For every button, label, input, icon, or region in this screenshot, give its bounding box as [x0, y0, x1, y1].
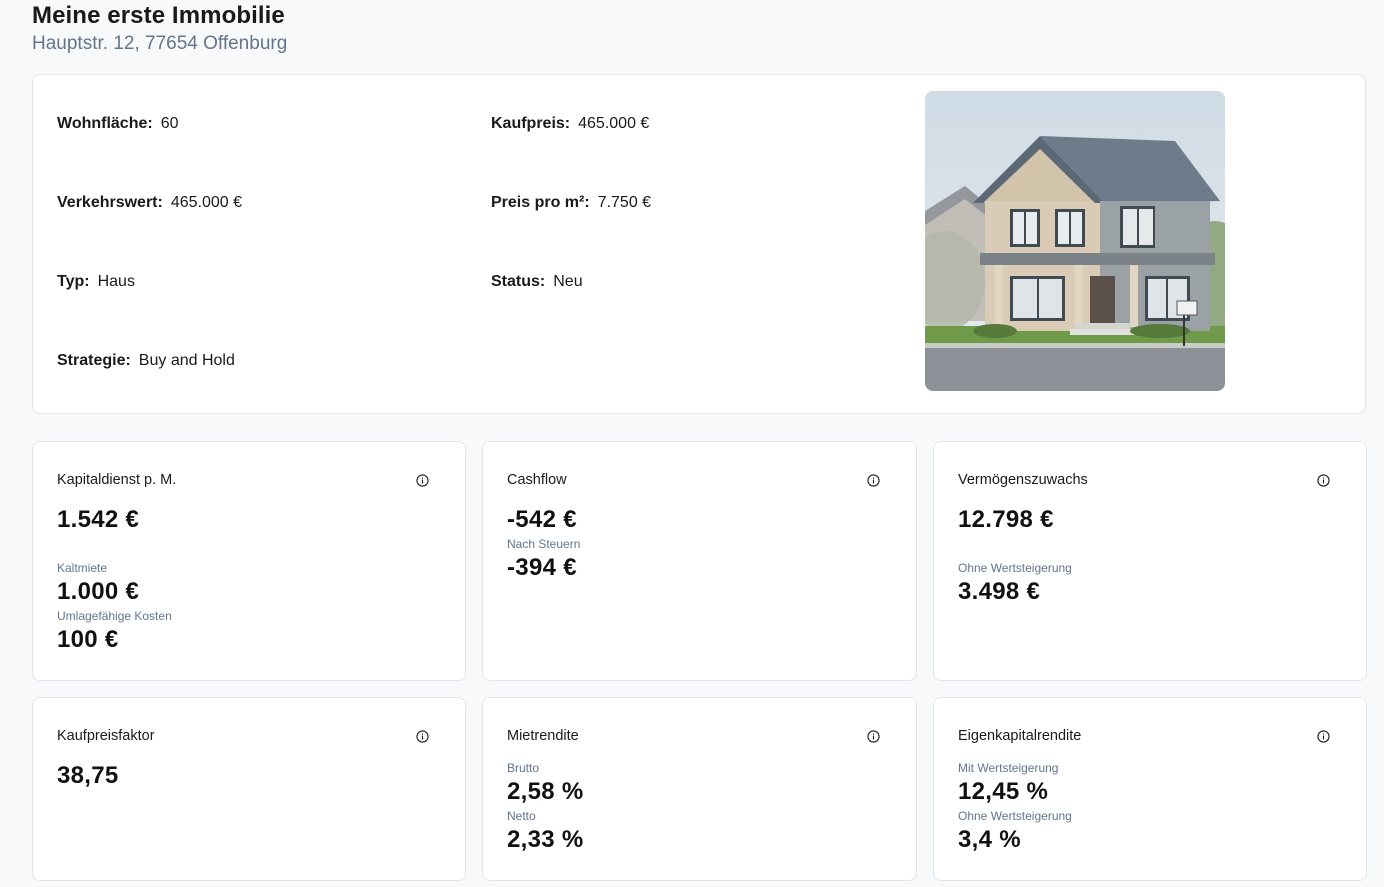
- kaufpreis-label: Kaufpreis:: [491, 115, 571, 132]
- property-details-card: Wohnfläche: 60 Kaufpreis: 465.000 € Verkeh…: [32, 74, 1366, 414]
- typ-value: Haus: [97, 273, 135, 290]
- nach-steuern-value: -394 €: [507, 554, 577, 581]
- preis-qm-field: Preis pro m²: 7.750 €: [491, 194, 651, 212]
- strategie-label: Strategie:: [57, 352, 131, 369]
- kpi-mietrendite-card: Mietrendite Brutto 2,58 % Netto 2,33 %: [482, 697, 917, 881]
- kpi-title: Kapitaldienst p. M.: [57, 472, 177, 488]
- kpi-value: -542 €: [507, 506, 577, 533]
- ohne-wertsteigerung-label: Ohne Wertsteigerung: [958, 561, 1072, 575]
- verkehrswert-field: Verkehrswert: 465.000 €: [57, 194, 242, 212]
- kpi-title: Vermögenszuwachs: [958, 472, 1088, 488]
- kaufpreis-field: Kaufpreis: 465.000 €: [491, 115, 649, 133]
- umlage-value: 100 €: [57, 626, 119, 653]
- kpi-eigenkapitalrendite-card: Eigenkapitalrendite Mit Wertsteigerung 1…: [933, 697, 1367, 881]
- info-circle-icon[interactable]: [867, 730, 880, 743]
- strategie-value: Buy and Hold: [138, 352, 235, 369]
- umlage-label: Umlagefähige Kosten: [57, 609, 172, 623]
- mit-wertsteigerung-value: 12,45 %: [958, 778, 1049, 805]
- wohnflaeche-value: 60: [160, 115, 179, 132]
- kpi-kapitaldienst-card: Kapitaldienst p. M. 1.542 € Kaltmiete 1.…: [32, 441, 466, 681]
- ohne-wertsteigerung-value: 3,4 %: [958, 826, 1021, 853]
- wohnflaeche-label: Wohnfläche:: [57, 115, 153, 132]
- info-circle-icon[interactable]: [867, 474, 880, 487]
- brutto-value: 2,58 %: [507, 778, 584, 805]
- strategie-field: Strategie: Buy and Hold: [57, 352, 235, 370]
- brutto-label: Brutto: [507, 761, 540, 775]
- kaltmiete-value: 1.000 €: [57, 578, 140, 605]
- mit-wertsteigerung-label: Mit Wertsteigerung: [958, 761, 1059, 775]
- verkehrswert-label: Verkehrswert:: [57, 194, 163, 211]
- kpi-title: Mietrendite: [507, 728, 579, 744]
- preis-qm-value: 7.750 €: [597, 194, 652, 211]
- status-value: Neu: [553, 273, 583, 290]
- kpi-title: Kaufpreisfaktor: [57, 728, 155, 744]
- kpi-value: 12.798 €: [958, 506, 1054, 533]
- kaufpreis-value: 465.000 €: [578, 115, 650, 132]
- page-title: Meine erste Immobilie: [32, 2, 285, 29]
- kpi-title: Cashflow: [507, 472, 567, 488]
- kpi-title: Eigenkapitalrendite: [958, 728, 1082, 744]
- preis-qm-label: Preis pro m²:: [491, 194, 590, 211]
- typ-label: Typ:: [57, 273, 90, 290]
- status-field: Status: Neu: [491, 273, 583, 291]
- kaltmiete-label: Kaltmiete: [57, 561, 108, 575]
- info-circle-icon[interactable]: [416, 730, 429, 743]
- wohnflaeche-field: Wohnfläche: 60: [57, 115, 179, 133]
- property-photo: [925, 91, 1225, 391]
- verkehrswert-value: 465.000 €: [170, 194, 243, 211]
- netto-label: Netto: [507, 809, 536, 823]
- kpi-cashflow-card: Cashflow -542 € Nach Steuern -394 €: [482, 441, 917, 681]
- info-circle-icon[interactable]: [1317, 474, 1330, 487]
- kpi-value: 1.542 €: [57, 506, 140, 533]
- status-label: Status:: [491, 273, 546, 290]
- info-circle-icon[interactable]: [416, 474, 429, 487]
- kpi-vermoegenszuwachs-card: Vermögenszuwachs 12.798 € Ohne Wertsteig…: [933, 441, 1367, 681]
- nach-steuern-label: Nach Steuern: [507, 537, 581, 551]
- typ-field: Typ: Haus: [57, 273, 135, 291]
- netto-value: 2,33 %: [507, 826, 584, 853]
- kpi-kaufpreisfaktor-card: Kaufpreisfaktor 38,75: [32, 697, 466, 881]
- info-circle-icon[interactable]: [1317, 730, 1330, 743]
- ohne-wertsteigerung-value: 3.498 €: [958, 578, 1041, 605]
- property-address: Hauptstr. 12, 77654 Offenburg: [32, 33, 288, 54]
- ohne-wertsteigerung-label: Ohne Wertsteigerung: [958, 809, 1072, 823]
- kpi-value: 38,75: [57, 762, 119, 789]
